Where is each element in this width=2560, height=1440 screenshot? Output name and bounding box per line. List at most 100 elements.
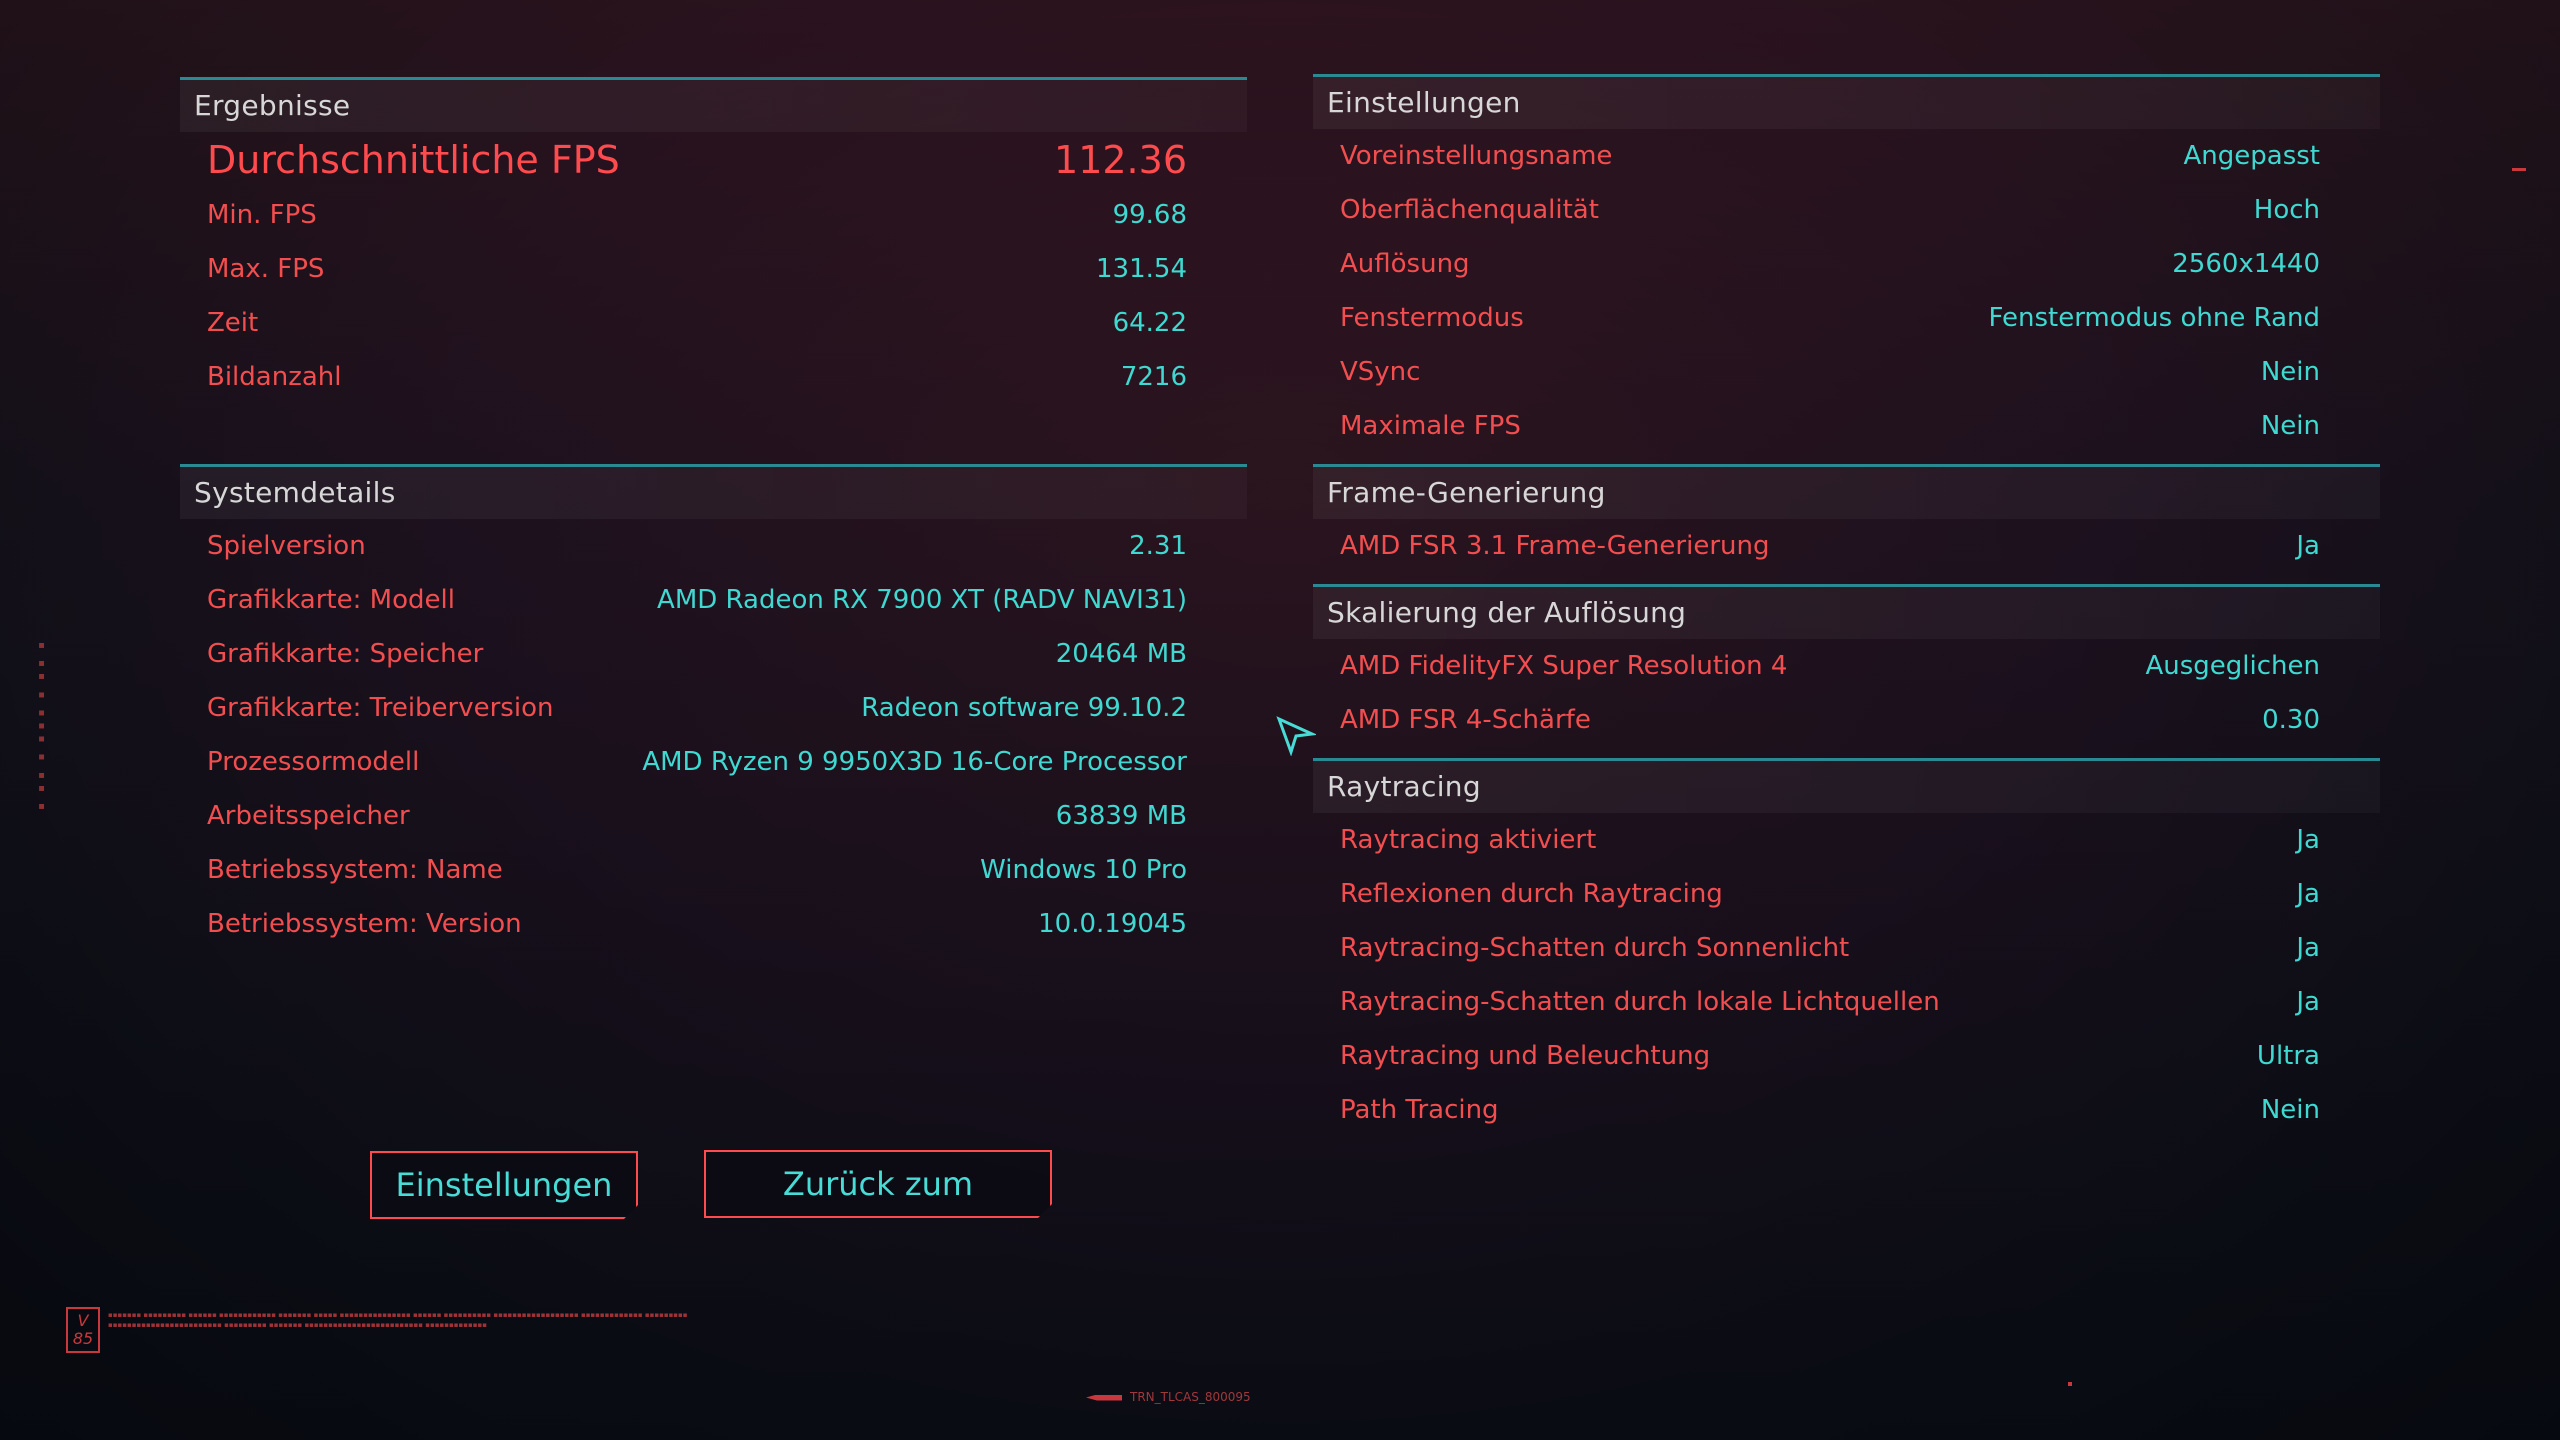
setting-label: Voreinstellungsname bbox=[1340, 141, 1613, 171]
system-value: Radeon software 99.10.2 bbox=[861, 693, 1187, 723]
decorative-dash bbox=[2512, 168, 2526, 171]
setting-label: AMD FidelityFX Super Resolution 4 bbox=[1340, 651, 1788, 681]
result-row: Min. FPS 99.68 bbox=[180, 188, 1247, 242]
setting-row: Oberflächenqualität Hoch bbox=[1313, 183, 2380, 237]
setting-row: Maximale FPS Nein bbox=[1313, 399, 2380, 453]
system-label: Betriebssystem: Name bbox=[207, 855, 503, 885]
avg-fps-row: Durchschnittliche FPS 112.36 bbox=[180, 132, 1247, 188]
setting-value: Hoch bbox=[2253, 195, 2320, 225]
results-section: Ergebnisse Durchschnittliche FPS 112.36 … bbox=[180, 77, 1247, 404]
settings-title: Einstellungen bbox=[1313, 77, 2380, 129]
setting-label: AMD FSR 3.1 Frame-Generierung bbox=[1340, 531, 1770, 561]
setting-label: Reflexionen durch Raytracing bbox=[1340, 879, 1723, 909]
back-to-main-menu-button[interactable]: Zurück zum Hauptmenü bbox=[704, 1150, 1052, 1218]
setting-row: VSync Nein bbox=[1313, 345, 2380, 399]
build-tag-text: TRN_TLCAS_800095 bbox=[1130, 1390, 1251, 1404]
version-badge: V 85 bbox=[66, 1307, 100, 1353]
setting-value: 2560x1440 bbox=[2172, 249, 2320, 279]
setting-value: 0.30 bbox=[2262, 705, 2320, 735]
system-label: Arbeitsspeicher bbox=[207, 801, 410, 831]
setting-value: Ja bbox=[2296, 531, 2320, 561]
setting-label: Oberflächenqualität bbox=[1340, 195, 1599, 225]
side-decoration: ▪ ▪▪ ▪ ▪▪▪ ▪ ▪▪ ▪ bbox=[36, 640, 47, 815]
result-label: Bildanzahl bbox=[207, 362, 342, 392]
setting-row: AMD FSR 3.1 Frame-Generierung Ja bbox=[1313, 519, 2380, 573]
setting-row: Raytracing-Schatten durch Sonnenlicht Ja bbox=[1313, 921, 2380, 975]
system-label: Prozessormodell bbox=[207, 747, 420, 777]
setting-value: Nein bbox=[2260, 357, 2320, 387]
setting-value: Ultra bbox=[2256, 1041, 2320, 1071]
result-value: 64.22 bbox=[1112, 308, 1187, 338]
resolution-scaling-section: Skalierung der Auflösung AMD FidelityFX … bbox=[1313, 584, 2380, 747]
resolution-scaling-title: Skalierung der Auflösung bbox=[1313, 587, 2380, 639]
setting-value: Ja bbox=[2296, 879, 2320, 909]
setting-row: Raytracing-Schatten durch lokale Lichtqu… bbox=[1313, 975, 2380, 1029]
avg-fps-value: 112.36 bbox=[1054, 138, 1187, 182]
setting-value: Nein bbox=[2260, 411, 2320, 441]
system-value: 20464 MB bbox=[1055, 639, 1187, 669]
setting-value: Ja bbox=[2296, 825, 2320, 855]
setting-row: AMD FSR 4-Schärfe 0.30 bbox=[1313, 693, 2380, 747]
setting-label: Raytracing-Schatten durch Sonnenlicht bbox=[1340, 933, 1850, 963]
system-row: Betriebssystem: Name Windows 10 Pro bbox=[180, 843, 1247, 897]
result-row: Zeit 64.22 bbox=[180, 296, 1247, 350]
system-label: Betriebssystem: Version bbox=[207, 909, 522, 939]
setting-label: Fenstermodus bbox=[1340, 303, 1524, 333]
setting-row: Fenstermodus Fenstermodus ohne Rand bbox=[1313, 291, 2380, 345]
build-tag: TRN_TLCAS_800095 bbox=[1086, 1390, 1251, 1404]
result-value: 7216 bbox=[1120, 362, 1187, 392]
system-details-title: Systemdetails bbox=[180, 467, 1247, 519]
setting-label: AMD FSR 4-Schärfe bbox=[1340, 705, 1591, 735]
system-row: Betriebssystem: Version 10.0.19045 bbox=[180, 897, 1247, 951]
setting-label: Auflösung bbox=[1340, 249, 1470, 279]
legal-fineprint: ▪▪▪▪▪▪▪ ▪▪▪▪▪▪▪▪▪ ▪▪▪▪▪▪ ▪▪▪▪▪▪▪▪▪▪▪▪ ▪▪… bbox=[108, 1311, 688, 1329]
setting-label: Raytracing und Beleuchtung bbox=[1340, 1041, 1711, 1071]
result-row: Max. FPS 131.54 bbox=[180, 242, 1247, 296]
system-value: Windows 10 Pro bbox=[980, 855, 1187, 885]
setting-value: Nein bbox=[2260, 1095, 2320, 1125]
result-label: Min. FPS bbox=[207, 200, 317, 230]
arrow-left-icon bbox=[1086, 1394, 1122, 1401]
raytracing-section: Raytracing Raytracing aktiviert Ja Reflex… bbox=[1313, 758, 2380, 1137]
system-value: 2.31 bbox=[1129, 531, 1187, 561]
setting-value: Ja bbox=[2296, 987, 2320, 1017]
setting-label: Path Tracing bbox=[1340, 1095, 1499, 1125]
result-label: Zeit bbox=[207, 308, 259, 338]
setting-label: Raytracing-Schatten durch lokale Lichtqu… bbox=[1340, 987, 1940, 1017]
system-row: Grafikkarte: Speicher 20464 MB bbox=[180, 627, 1247, 681]
mouse-cursor-icon bbox=[1276, 716, 1316, 756]
result-value: 131.54 bbox=[1096, 254, 1187, 284]
setting-row: AMD FidelityFX Super Resolution 4 Ausgegl… bbox=[1313, 639, 2380, 693]
system-value: AMD Radeon RX 7900 XT (RADV NAVI31) bbox=[657, 585, 1187, 615]
frame-generation-title: Frame-Generierung bbox=[1313, 467, 2380, 519]
settings-button[interactable]: Einstellungen bbox=[370, 1151, 638, 1219]
setting-row: Voreinstellungsname Angepasst bbox=[1313, 129, 2380, 183]
setting-label: VSync bbox=[1340, 357, 1421, 387]
system-value: AMD Ryzen 9 9950X3D 16-Core Processor bbox=[642, 747, 1187, 777]
setting-value: Ja bbox=[2296, 933, 2320, 963]
frame-generation-section: Frame-Generierung AMD FSR 3.1 Frame-Gene… bbox=[1313, 464, 2380, 573]
setting-row: Raytracing und Beleuchtung Ultra bbox=[1313, 1029, 2380, 1083]
system-row: Grafikkarte: Modell AMD Radeon RX 7900 XT… bbox=[180, 573, 1247, 627]
setting-label: Maximale FPS bbox=[1340, 411, 1521, 441]
system-value: 10.0.19045 bbox=[1038, 909, 1187, 939]
system-value: 63839 MB bbox=[1055, 801, 1187, 831]
result-value: 99.68 bbox=[1112, 200, 1187, 230]
decorative-dot bbox=[2068, 1382, 2072, 1386]
result-label: Max. FPS bbox=[207, 254, 325, 284]
system-row: Arbeitsspeicher 63839 MB bbox=[180, 789, 1247, 843]
system-label: Grafikkarte: Modell bbox=[207, 585, 455, 615]
system-row: Grafikkarte: Treiberversion Radeon softwa… bbox=[180, 681, 1247, 735]
raytracing-title: Raytracing bbox=[1313, 761, 2380, 813]
avg-fps-label: Durchschnittliche FPS bbox=[207, 138, 620, 182]
system-label: Spielversion bbox=[207, 531, 366, 561]
setting-label: Raytracing aktiviert bbox=[1340, 825, 1597, 855]
results-title: Ergebnisse bbox=[180, 80, 1247, 132]
setting-value: Fenstermodus ohne Rand bbox=[1988, 303, 2320, 333]
setting-row: Auflösung 2560x1440 bbox=[1313, 237, 2380, 291]
setting-value: Angepasst bbox=[2183, 141, 2321, 171]
system-row: Spielversion 2.31 bbox=[180, 519, 1247, 573]
system-row: Prozessormodell AMD Ryzen 9 9950X3D 16-Co… bbox=[180, 735, 1247, 789]
setting-row: Reflexionen durch Raytracing Ja bbox=[1313, 867, 2380, 921]
system-label: Grafikkarte: Speicher bbox=[207, 639, 484, 669]
